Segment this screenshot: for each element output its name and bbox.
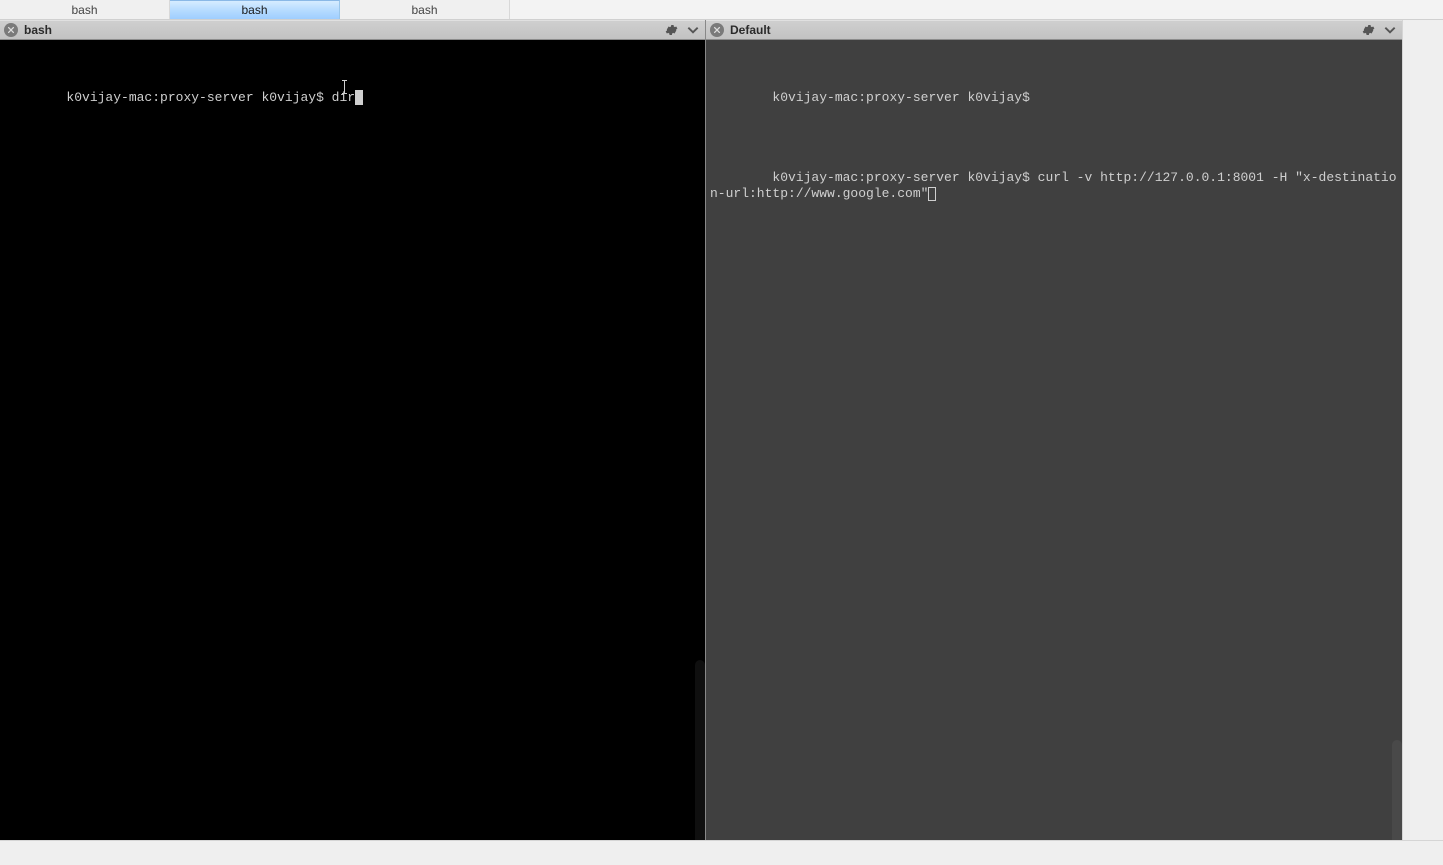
gear-icon[interactable] (1360, 22, 1376, 38)
tab-bash-2[interactable]: bash (170, 0, 340, 19)
tab-strip-filler (510, 0, 1443, 19)
prompt-left: k0vijay-mac:proxy-server k0vijay$ (66, 90, 331, 105)
bottom-gutter (0, 840, 1443, 865)
prompt-right-2: k0vijay-mac:proxy-server k0vijay$ (772, 170, 1037, 185)
tab-bash-1[interactable]: bash (0, 0, 170, 19)
pane-right-header: Default (706, 20, 1402, 40)
close-icon[interactable] (710, 23, 724, 37)
pane-left-title: bash (24, 23, 52, 37)
pane-right: Default k0vijay-mac:proxy-server k0vijay… (705, 20, 1402, 840)
pane-left-header: bash (0, 20, 705, 40)
split-panes: bash k0vijay-mac:proxy-server k0vijay$ d… (0, 20, 1402, 840)
scrollbar-left[interactable] (695, 660, 705, 840)
gear-icon[interactable] (663, 22, 679, 38)
pane-left: bash k0vijay-mac:proxy-server k0vijay$ d… (0, 20, 705, 840)
cursor-right (928, 187, 936, 201)
pane-right-title: Default (730, 23, 771, 37)
top-tab-strip: bash bash bash (0, 0, 1443, 20)
text-caret-icon (344, 80, 345, 94)
terminal-right[interactable]: k0vijay-mac:proxy-server k0vijay$ k0vija… (706, 40, 1402, 840)
close-icon[interactable] (4, 23, 18, 37)
chevron-down-icon[interactable] (685, 22, 701, 38)
scrollbar-right[interactable] (1392, 740, 1402, 840)
terminal-left[interactable]: k0vijay-mac:proxy-server k0vijay$ dir (0, 40, 705, 840)
prompt-right-1: k0vijay-mac:proxy-server k0vijay$ (772, 90, 1029, 105)
right-gutter (1402, 20, 1443, 840)
chevron-down-icon[interactable] (1382, 22, 1398, 38)
tab-bash-3[interactable]: bash (340, 0, 510, 19)
